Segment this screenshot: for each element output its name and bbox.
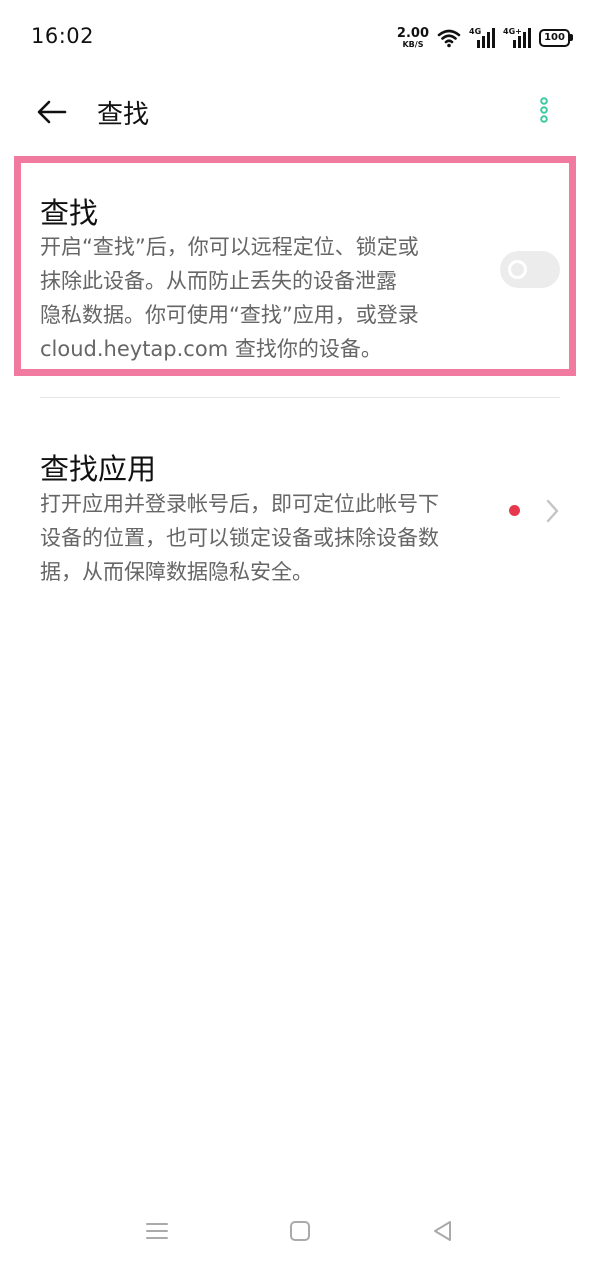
find-app-title: 查找应用 [40,452,157,486]
signal-strength-sim1: 4G [469,27,495,48]
home-button[interactable] [280,1214,320,1248]
find-device-desc-line: cloud.heytap.com 查找你的设备。 [40,337,382,361]
status-time: 16:02 [31,24,95,48]
signal-sim2-label: 4G+ [503,27,522,36]
square-home-icon [290,1221,310,1241]
battery-icon: 100 [539,29,573,47]
signal-sim1-label: 4G [469,27,482,36]
find-device-toggle[interactable] [500,251,560,288]
toggle-knob [508,260,527,279]
find-device-desc-line: 抹除此设备。从而防止丢失的设备泄露 [40,269,397,293]
menu-icon [146,1223,168,1239]
wifi-icon [437,29,461,48]
page-title: 查找 [97,100,150,130]
network-speed-value: 2.00 [396,26,429,41]
section-divider [40,397,560,398]
network-speed-unit: KB/S [402,40,424,49]
find-device-desc-line: 开启“查找”后，你可以远程定位、锁定或 [40,235,419,259]
app-header: 查找 [0,80,600,144]
find-device-desc-line: 隐私数据。你可使用“查找”应用，或登录 [40,303,419,327]
signal-strength-sim2: 4G+ [503,27,531,48]
find-app-desc-line: 设备的位置，也可以锁定设备或抹除设备数 [40,526,439,550]
navigation-bar [0,1200,600,1260]
back-button[interactable] [30,92,74,132]
recent-apps-button[interactable] [137,1214,177,1248]
status-bar: 16:02 2.00 KB/S 4G 4G+ 100 [0,0,600,76]
new-badge-dot [509,505,520,516]
find-app-description: 打开应用并登录帐号后，即可定位此帐号下 设备的位置，也可以锁定设备或抹除设备数 … [40,487,439,589]
find-device-description: 开启“查找”后，你可以远程定位、锁定或 抹除此设备。从而防止丢失的设备泄露 隐私… [40,230,419,366]
chevron-right-icon [546,499,559,523]
more-vertical-icon [540,97,548,123]
find-app-desc-line: 打开应用并登录帐号后，即可定位此帐号下 [40,492,439,516]
more-options-button[interactable] [532,90,556,130]
network-speed: 2.00 KB/S [397,27,429,49]
back-nav-button[interactable] [422,1214,462,1248]
status-indicators: 2.00 KB/S 4G 4G+ 100 [397,24,573,52]
triangle-back-icon [434,1221,451,1241]
find-device-title: 查找 [40,196,99,230]
arrow-left-icon [37,100,67,124]
find-app-desc-line: 据，从而保障数据隐私安全。 [40,560,313,584]
